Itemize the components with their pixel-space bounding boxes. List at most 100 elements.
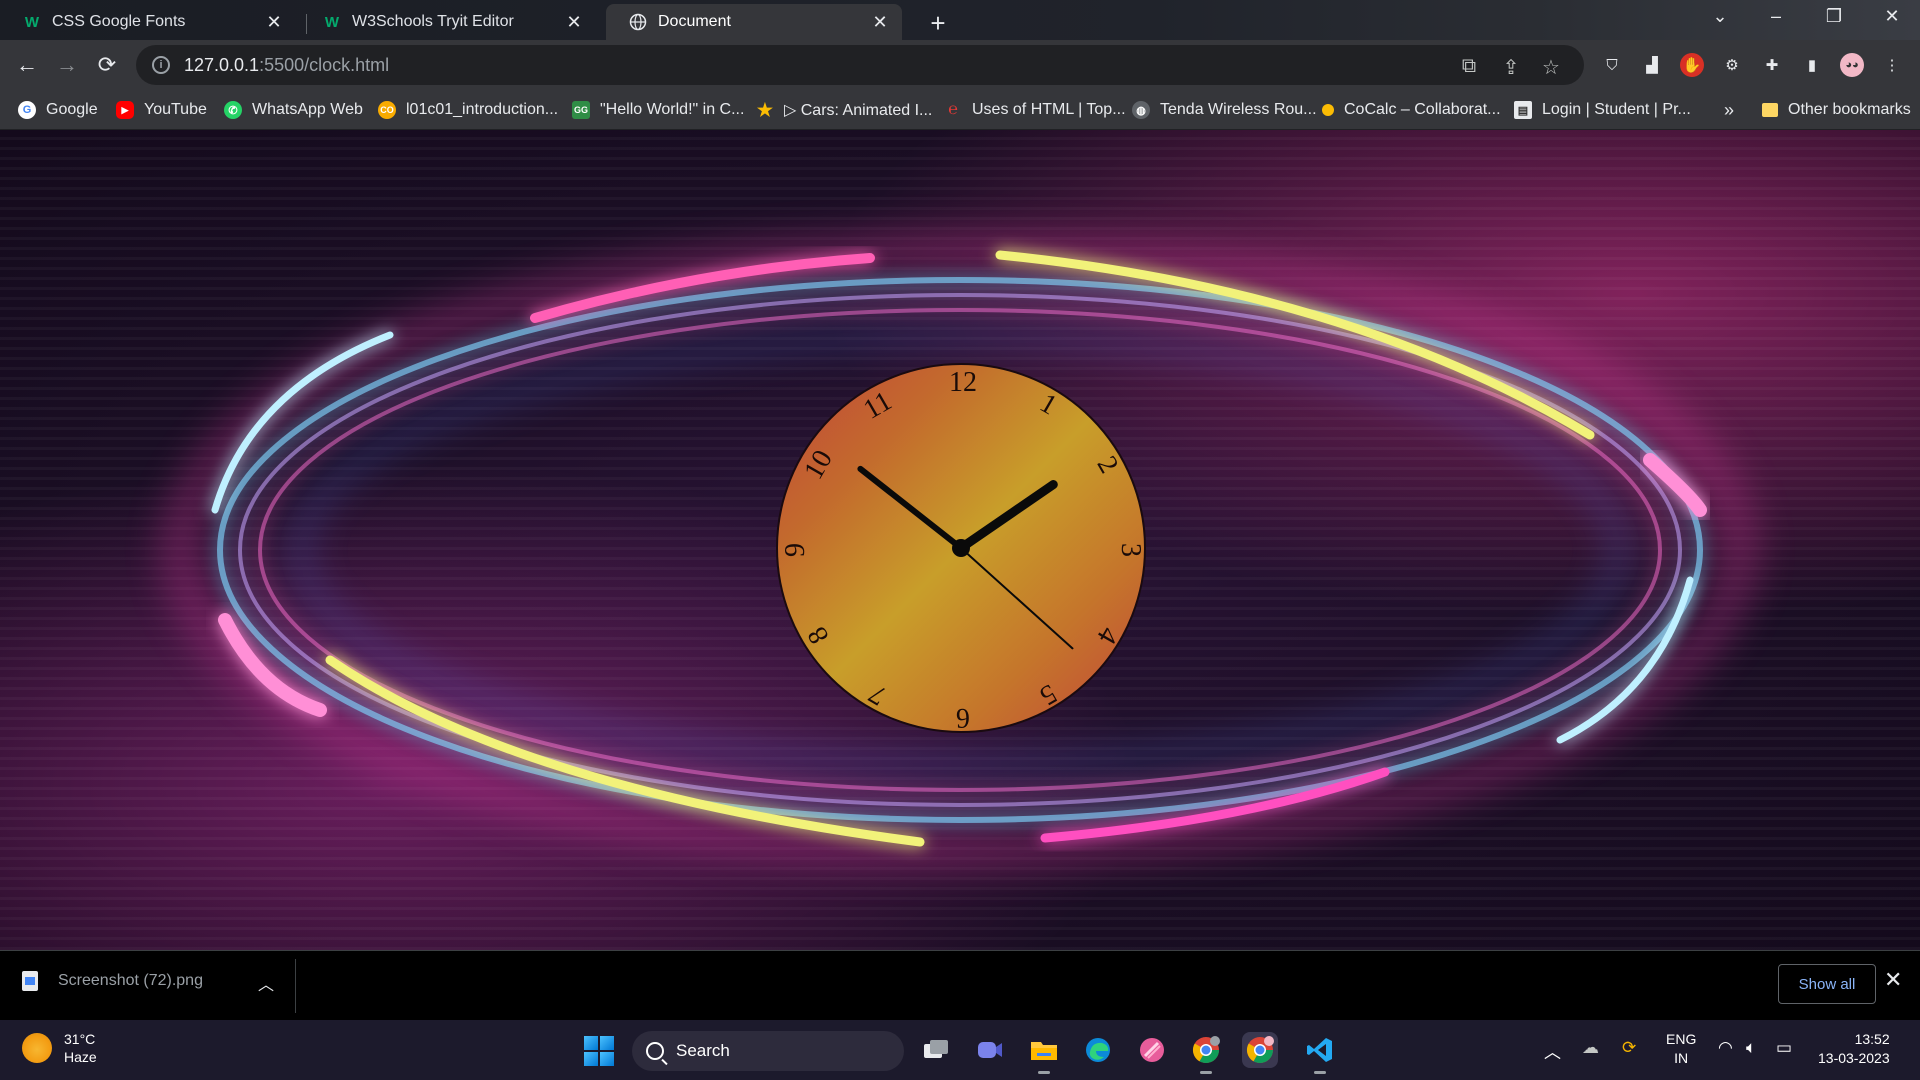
bookmark-hello-world[interactable]: GG "Hello World!" in C... bbox=[572, 98, 744, 122]
tab-close-icon[interactable]: ✕ bbox=[870, 12, 890, 33]
sync-icon[interactable]: ⟳ bbox=[1622, 1038, 1636, 1058]
w3schools-icon: W bbox=[24, 13, 40, 31]
settings-extension-icon[interactable]: ⚙ bbox=[1720, 53, 1744, 77]
side-panel-icon[interactable]: ▮ bbox=[1800, 53, 1824, 77]
bookmark-label: CoCalc – Collaborat... bbox=[1344, 101, 1501, 118]
language-indicator[interactable]: ENG IN bbox=[1666, 1030, 1696, 1068]
tab-close-icon[interactable]: ✕ bbox=[264, 12, 284, 33]
chrome-active-icon[interactable] bbox=[1242, 1032, 1278, 1068]
chart-extension-icon[interactable]: ▟ bbox=[1640, 53, 1664, 77]
chrome-profile-icon[interactable] bbox=[1188, 1032, 1224, 1074]
bookmark-cars[interactable]: ★ ▷ Cars: Animated I... bbox=[756, 98, 932, 122]
analog-clock: 12 1 2 3 4 5 6 7 8 9 10 11 bbox=[776, 363, 1146, 733]
page-content: 12 1 2 3 4 5 6 7 8 9 10 11 bbox=[0, 130, 1920, 950]
close-window-button[interactable]: ✕ bbox=[1872, 6, 1912, 27]
bookmark-whatsapp[interactable]: ✆ WhatsApp Web bbox=[224, 98, 363, 122]
bookmark-label: "Hello World!" in C... bbox=[600, 101, 745, 118]
profile-avatar[interactable]: ◕◕ bbox=[1840, 53, 1864, 77]
windows-taskbar: 31°C Haze Search ︿ ☁ ⟳ ENG IN ◠ 🔈︎ ▭ 13:… bbox=[0, 1020, 1920, 1080]
show-all-button[interactable]: Show all bbox=[1778, 964, 1876, 1004]
url-host: 127.0.0.1 bbox=[184, 54, 260, 75]
gfg-icon: GG bbox=[572, 101, 590, 119]
browser-toolbar: ← → ⟳ i 127.0.0.1:5500/clock.html ⧉ ⇪ ☆ … bbox=[0, 40, 1920, 90]
battery-icon[interactable]: ▭ bbox=[1776, 1038, 1792, 1058]
whatsapp-icon: ✆ bbox=[224, 101, 242, 119]
site-info-icon[interactable]: i bbox=[152, 56, 170, 74]
wifi-icon[interactable]: ◠ bbox=[1718, 1038, 1733, 1058]
bookmark-colab[interactable]: CO l01c01_introduction... bbox=[378, 98, 558, 122]
chevron-up-icon[interactable]: ︿ bbox=[258, 971, 274, 995]
extensions-puzzle-icon[interactable]: ✚ bbox=[1760, 53, 1784, 77]
file-explorer-icon[interactable] bbox=[1026, 1032, 1062, 1074]
bookmark-google[interactable]: G Google bbox=[18, 98, 98, 122]
restore-button[interactable]: ❐ bbox=[1814, 6, 1854, 27]
language-code: ENG bbox=[1666, 1031, 1697, 1047]
bookmark-star-icon[interactable]: ☆ bbox=[1538, 55, 1564, 80]
tab-search-chevron-icon[interactable]: ⌄ bbox=[1700, 6, 1740, 27]
reload-button[interactable]: ⟳ bbox=[90, 48, 124, 82]
bookmark-tenda[interactable]: ◍ Tenda Wireless Rou... bbox=[1132, 98, 1317, 122]
bookmark-label: Tenda Wireless Rou... bbox=[1160, 101, 1317, 118]
download-filename: Screenshot (72).png bbox=[58, 972, 203, 989]
bookmark-youtube[interactable]: ▶ YouTube bbox=[116, 98, 207, 122]
volume-icon[interactable]: 🔈︎ bbox=[1746, 1038, 1756, 1058]
colab-icon: CO bbox=[378, 101, 396, 119]
forward-button[interactable]: → bbox=[50, 48, 84, 82]
bookmark-label: Google bbox=[46, 101, 98, 118]
tab-close-icon[interactable]: ✕ bbox=[564, 12, 584, 33]
youtube-icon: ▶ bbox=[116, 101, 134, 119]
region-code: IN bbox=[1674, 1050, 1689, 1066]
paint-app-icon[interactable] bbox=[1134, 1032, 1170, 1068]
bookmark-label: YouTube bbox=[144, 101, 207, 118]
windows-logo-tile bbox=[584, 1052, 598, 1066]
minimize-button[interactable]: – bbox=[1756, 6, 1796, 27]
taskbar-search[interactable]: Search bbox=[632, 1031, 904, 1071]
tab-w3schools-tryit[interactable]: W W3Schools Tryit Editor ✕ bbox=[300, 4, 596, 40]
tab-title: W3Schools Tryit Editor bbox=[352, 13, 514, 30]
windows-logo-tile bbox=[584, 1036, 598, 1050]
menu-kebab-icon[interactable]: ⋮ bbox=[1880, 53, 1904, 77]
bookmarks-overflow-button[interactable]: » bbox=[1724, 98, 1734, 122]
windows-logo-tile bbox=[600, 1036, 614, 1050]
star-icon: ★ bbox=[756, 99, 774, 120]
system-clock[interactable]: 13:52 13-03-2023 bbox=[1818, 1030, 1890, 1068]
tab-css-google-fonts[interactable]: W CSS Google Fonts ✕ bbox=[0, 4, 296, 40]
tab-title: Document bbox=[658, 13, 731, 30]
other-bookmarks-label: Other bookmarks bbox=[1788, 101, 1911, 118]
tab-document[interactable]: Document ✕ bbox=[606, 4, 902, 40]
new-tab-button[interactable]: + bbox=[924, 8, 952, 39]
bookmark-label: Login | Student | Pr... bbox=[1542, 101, 1691, 118]
other-bookmarks-folder[interactable]: Other bookmarks bbox=[1762, 98, 1911, 122]
tab-title: CSS Google Fonts bbox=[52, 13, 186, 30]
bookmark-login-student[interactable]: ▤ Login | Student | Pr... bbox=[1514, 98, 1691, 122]
tab-strip: W CSS Google Fonts ✕ W W3Schools Tryit E… bbox=[0, 0, 1920, 40]
cocalc-icon bbox=[1322, 104, 1334, 116]
share-icon[interactable]: ⇪ bbox=[1498, 55, 1524, 80]
weather-widget[interactable]: 31°C Haze bbox=[22, 1030, 97, 1066]
bookmark-cocalc[interactable]: CoCalc – Collaborat... bbox=[1322, 98, 1501, 122]
globe-icon: ◍ bbox=[1132, 101, 1150, 119]
hour-hand bbox=[956, 480, 1058, 553]
second-hand bbox=[960, 547, 1074, 650]
shield-extension-icon[interactable]: ⛉ bbox=[1600, 53, 1624, 77]
onedrive-offline-icon[interactable]: ☁ bbox=[1582, 1038, 1599, 1058]
folder-icon bbox=[1762, 103, 1778, 117]
bookmark-uses-of-html[interactable]: ℮ Uses of HTML | Top... bbox=[944, 98, 1125, 122]
bookmarks-bar: G Google ▶ YouTube ✆ WhatsApp Web CO l01… bbox=[0, 90, 1920, 130]
task-view-icon[interactable] bbox=[918, 1032, 954, 1068]
adblock-extension-icon[interactable]: ✋ bbox=[1680, 53, 1704, 77]
download-item[interactable]: Screenshot (72).png bbox=[22, 971, 203, 991]
close-download-bar-icon[interactable]: ✕ bbox=[1884, 967, 1902, 993]
address-bar[interactable]: i 127.0.0.1:5500/clock.html ⧉ ⇪ ☆ bbox=[136, 45, 1584, 85]
teams-chat-icon[interactable] bbox=[972, 1032, 1008, 1068]
w3schools-icon: W bbox=[324, 13, 340, 31]
back-button[interactable]: ← bbox=[10, 48, 44, 82]
show-hidden-icons-chevron[interactable]: ︿ bbox=[1544, 1038, 1561, 1063]
haze-weather-icon bbox=[22, 1033, 52, 1063]
clock-hands bbox=[857, 465, 1074, 650]
translate-icon[interactable]: ⧉ bbox=[1456, 55, 1482, 78]
start-button[interactable] bbox=[584, 1036, 614, 1066]
vscode-icon[interactable] bbox=[1302, 1032, 1338, 1074]
edge-browser-icon[interactable] bbox=[1080, 1032, 1116, 1068]
minute-hand bbox=[857, 465, 964, 551]
